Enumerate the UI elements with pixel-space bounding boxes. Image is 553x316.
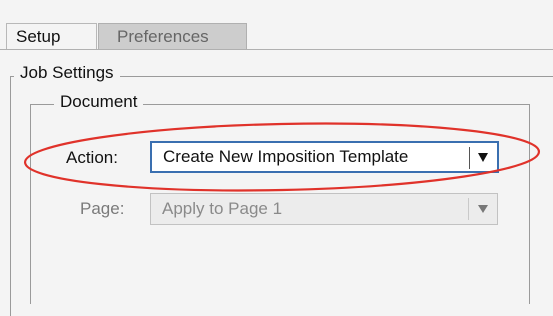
tab-preferences-label: Preferences — [117, 27, 209, 46]
tab-preferences[interactable]: Preferences — [98, 23, 247, 49]
page-select-divider — [468, 198, 469, 220]
page-label: Page: — [80, 199, 125, 218]
document-legend: Document — [54, 92, 144, 112]
tab-divider — [0, 49, 553, 50]
action-select-value: Create New Imposition Template — [163, 147, 409, 166]
action-select-divider — [469, 147, 470, 169]
triangle-down-icon[interactable] — [478, 153, 488, 162]
tab-setup-label: Setup — [16, 27, 61, 46]
tab-bar: Setup Preferences — [0, 0, 553, 50]
tab-setup[interactable]: Setup — [6, 23, 97, 49]
page-select-value: Apply to Page 1 — [162, 199, 283, 218]
page-select[interactable]: Apply to Page 1 — [150, 193, 498, 225]
action-select[interactable]: Create New Imposition Template — [150, 141, 499, 173]
triangle-down-icon[interactable] — [478, 205, 488, 213]
action-label: Action: — [66, 148, 118, 167]
job-settings-legend: Job Settings — [14, 63, 120, 83]
